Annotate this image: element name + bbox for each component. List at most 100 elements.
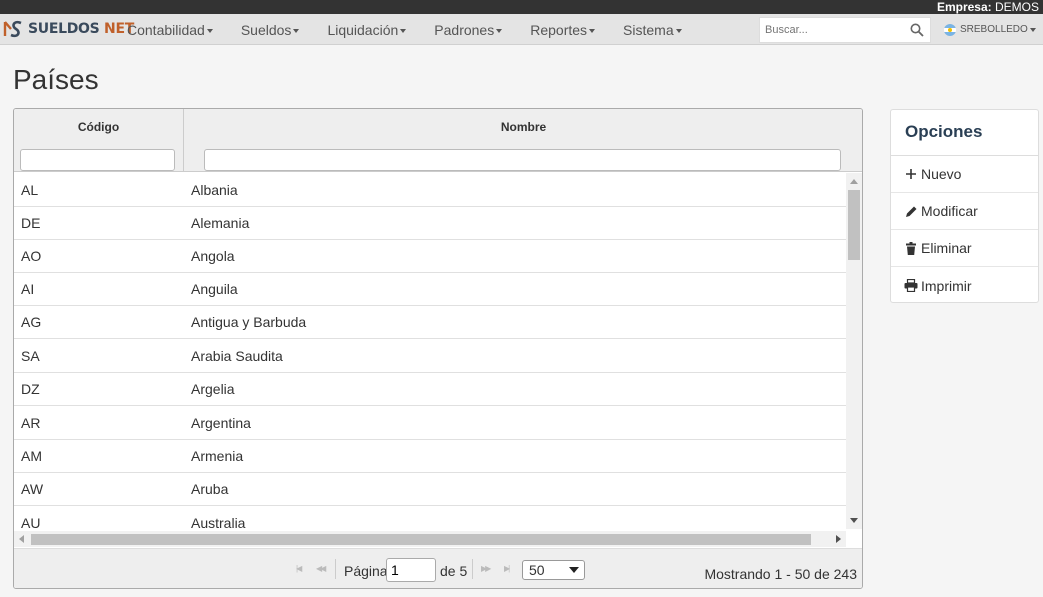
table-row[interactable]: AL Albania <box>14 173 846 207</box>
vertical-scrollbar[interactable] <box>846 173 862 529</box>
cell-name: Alemania <box>191 215 250 231</box>
top-bar: Empresa: DEMOS <box>0 0 1043 14</box>
caret-down-icon <box>400 29 407 34</box>
table-row[interactable]: AW Aruba <box>14 472 846 506</box>
options-title: Opciones <box>891 110 1038 156</box>
cell-name: Australia <box>191 515 246 531</box>
prev-page-icon[interactable]: ◀◀ <box>316 564 326 573</box>
user-name: SREBOLLEDO <box>960 24 1028 35</box>
grid-body: AL Albania DE Alemania AO Angola AI Anguila … <box>14 173 846 533</box>
cell-name: Angola <box>191 248 235 264</box>
pager-separator <box>335 559 336 579</box>
cell-code: AM <box>21 448 42 464</box>
horizontal-scrollbar[interactable] <box>14 531 846 547</box>
scroll-thumb[interactable] <box>31 534 811 545</box>
last-page-icon[interactable]: ▶| <box>504 564 510 573</box>
plus-icon <box>904 167 918 181</box>
scroll-up-icon[interactable] <box>850 179 858 184</box>
printer-icon <box>904 279 918 293</box>
options-panel: Opciones Nuevo Modificar Eliminar Imprim… <box>890 109 1039 303</box>
menu-sueldos[interactable]: Sueldos <box>227 14 314 45</box>
cell-name: Argentina <box>191 415 251 431</box>
cell-code: SA <box>21 348 40 364</box>
cell-name: Argelia <box>191 381 235 397</box>
edit-label: Modificar <box>921 203 978 219</box>
table-row[interactable]: AO Angola <box>14 239 846 273</box>
pager-separator <box>472 559 473 579</box>
search-input[interactable] <box>760 18 900 42</box>
cell-name: Antigua y Barbuda <box>191 314 307 330</box>
cell-code: AO <box>21 248 42 264</box>
cell-name: Armenia <box>191 448 244 464</box>
scroll-left-icon[interactable] <box>19 535 24 543</box>
page-title: Países <box>13 64 99 95</box>
print-button[interactable]: Imprimir <box>891 267 1038 304</box>
caret-down-icon <box>496 29 503 34</box>
global-search <box>759 17 931 43</box>
code-filter-input[interactable] <box>20 149 175 171</box>
table-row[interactable]: AI Anguila <box>14 272 846 306</box>
countries-grid: Código Nombre AL Albania DE Alemania AO Ang… <box>13 108 863 589</box>
grid-pager: |◀ ◀◀ Página de 5 ▶▶ ▶| 50 Mostrando 1 -… <box>14 548 862 588</box>
menu-liquidacion[interactable]: Liquidación <box>313 14 420 45</box>
menu-padrones[interactable]: Padrones <box>420 14 516 45</box>
delete-button[interactable]: Eliminar <box>891 230 1038 267</box>
menu-contabilidad[interactable]: Contabilidad <box>113 14 227 45</box>
new-button[interactable]: Nuevo <box>891 156 1038 193</box>
search-icon[interactable] <box>910 23 924 37</box>
name-filter-input[interactable] <box>204 149 841 171</box>
scroll-down-icon[interactable] <box>850 518 858 523</box>
table-row[interactable]: DZ Argelia <box>14 372 846 406</box>
cell-code: AU <box>21 515 41 531</box>
first-page-icon[interactable]: |◀ <box>296 564 302 573</box>
chevron-down-icon <box>569 567 579 573</box>
cell-code: AR <box>21 415 41 431</box>
caret-down-icon <box>293 29 300 34</box>
trash-icon <box>904 241 918 255</box>
cell-code: AI <box>21 281 35 297</box>
scroll-right-icon[interactable] <box>836 535 841 543</box>
main-navbar: SUELDOS NET Contabilidad Sueldos Liquida… <box>0 14 1043 45</box>
cell-code: AL <box>21 182 39 198</box>
menu-sistema[interactable]: Sistema <box>609 14 696 45</box>
column-header-name[interactable]: Nombre <box>185 109 862 146</box>
caret-down-icon <box>589 29 596 34</box>
caret-down-icon <box>675 29 682 34</box>
cell-name: Arabia Saudita <box>191 348 283 364</box>
pencil-icon <box>904 204 918 218</box>
cell-code: AW <box>21 481 44 497</box>
logo-icon <box>3 20 22 38</box>
scroll-thumb[interactable] <box>848 190 860 260</box>
page-number-input[interactable] <box>386 558 436 582</box>
next-page-icon[interactable]: ▶▶ <box>481 564 491 573</box>
page-count-label: de 5 <box>440 563 468 579</box>
page-size-value: 50 <box>529 562 545 578</box>
page-size-select[interactable]: 50 <box>522 560 585 580</box>
table-row[interactable]: AG Antigua y Barbuda <box>14 305 846 339</box>
company-label: Empresa: <box>936 0 992 14</box>
cell-name: Albania <box>191 182 238 198</box>
company-name: DEMOS <box>994 0 1039 14</box>
cell-code: AG <box>21 314 42 330</box>
cell-code: DE <box>21 215 41 231</box>
grid-header: Código Nombre <box>14 109 862 172</box>
print-label: Imprimir <box>921 277 972 294</box>
edit-button[interactable]: Modificar <box>891 193 1038 230</box>
table-row[interactable]: AM Armenia <box>14 439 846 473</box>
cell-name: Anguila <box>191 281 238 297</box>
menu-reportes[interactable]: Reportes <box>516 14 609 45</box>
page-label: Página <box>344 563 388 579</box>
delete-label: Eliminar <box>921 240 972 256</box>
cell-name: Aruba <box>191 481 229 497</box>
flag-icon <box>944 23 956 36</box>
table-row[interactable]: AR Argentina <box>14 406 846 440</box>
user-menu[interactable]: SREBOLLEDO <box>944 14 1036 45</box>
table-row[interactable]: AU Australia <box>14 506 846 533</box>
main-menu: Contabilidad Sueldos Liquidación Padrone… <box>113 14 696 45</box>
new-label: Nuevo <box>921 166 962 182</box>
caret-down-icon <box>1029 27 1036 32</box>
cell-code: DZ <box>21 381 40 397</box>
records-info: Mostrando 1 - 50 de 243 <box>704 566 857 582</box>
table-row[interactable]: SA Arabia Saudita <box>14 339 846 373</box>
table-row[interactable]: DE Alemania <box>14 206 846 240</box>
